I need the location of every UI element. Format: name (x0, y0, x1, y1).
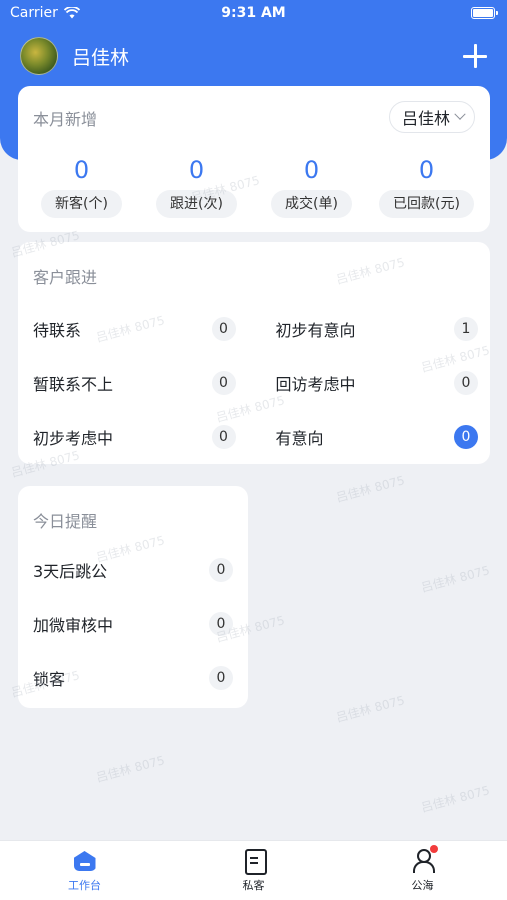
user-name: 吕佳林 (72, 46, 130, 69)
stat-label: 新客(个) (41, 190, 122, 218)
picker-value: 吕佳林 (401, 109, 450, 128)
follow-item-initial-intent[interactable]: 初步有意向 1 (275, 302, 478, 356)
reminder-item-transfer[interactable]: 3天后跳公 0 (33, 543, 233, 597)
tab-private-customers[interactable]: 私客 (169, 841, 338, 900)
watermark: 吕佳林 8075 (419, 783, 492, 815)
follow-item-revisit-considering[interactable]: 回访考虑中 0 (275, 356, 478, 410)
item-label: 3天后跳公 (33, 562, 108, 581)
chevron-down-icon (454, 108, 466, 120)
status-bar: Carrier 9:31 AM (0, 0, 507, 28)
item-label: 锁客 (33, 670, 66, 689)
stat-deals[interactable]: 0 成交(单) (262, 154, 362, 218)
stat-label: 成交(单) (271, 190, 352, 218)
document-icon (241, 847, 267, 875)
count-badge: 0 (211, 317, 236, 341)
stat-label: 跟进(次) (156, 190, 237, 218)
tab-label: 工作台 (68, 879, 101, 892)
follow-item-unreachable[interactable]: 暂联系不上 0 (33, 356, 236, 410)
count-badge: 0 (211, 425, 236, 449)
person-icon (410, 845, 438, 873)
monthly-new-card: 本月新增 吕佳林 0 新客(个) 0 跟进(次) 0 成交(单) 0 已回款(元… (18, 86, 490, 232)
stat-follow-ups[interactable]: 0 跟进(次) (147, 154, 247, 218)
home-icon (72, 847, 98, 873)
item-label: 待联系 (33, 321, 82, 340)
today-reminder-card: 今日提醒 3天后跳公 0 加微审核中 0 锁客 0 (18, 486, 248, 708)
stats-row: 0 新客(个) 0 跟进(次) 0 成交(单) 0 已回款(元) (18, 154, 490, 218)
reminder-item-wechat-review[interactable]: 加微审核中 0 (33, 597, 233, 651)
stat-value: 0 (303, 156, 320, 184)
stat-new-customers[interactable]: 0 新客(个) (32, 154, 132, 218)
clock: 9:31 AM (221, 5, 286, 21)
user-header[interactable]: 吕佳林 (20, 36, 129, 76)
card-title: 本月新增 (33, 110, 98, 129)
follow-item-to-contact[interactable]: 待联系 0 (33, 302, 236, 356)
count-badge: 1 (454, 317, 478, 341)
reminder-list: 3天后跳公 0 加微审核中 0 锁客 0 (33, 543, 233, 705)
tab-bar: 工作台 私客 公海 (0, 840, 507, 900)
count-badge: 0 (211, 371, 236, 395)
item-label: 暂联系不上 (33, 375, 114, 394)
add-button[interactable] (461, 42, 489, 70)
reminder-item-locked[interactable]: 锁客 0 (33, 651, 233, 705)
card-title: 今日提醒 (33, 512, 98, 531)
count-badge: 0 (209, 666, 233, 690)
count-badge: 0 (454, 425, 478, 449)
tab-label: 公海 (411, 879, 434, 892)
stat-value: 0 (73, 156, 90, 184)
battery-icon (471, 7, 498, 19)
item-label: 加微审核中 (33, 616, 114, 635)
item-label: 初步有意向 (275, 321, 356, 340)
follow-item-initial-considering[interactable]: 初步考虑中 0 (33, 410, 236, 464)
tab-public-pool[interactable]: 公海 (338, 841, 507, 900)
count-badge: 0 (454, 371, 478, 395)
member-picker[interactable]: 吕佳林 (388, 101, 475, 133)
item-label: 初步考虑中 (33, 429, 114, 448)
watermark: 吕佳林 8075 (419, 563, 492, 595)
avatar[interactable] (20, 37, 58, 75)
watermark: 吕佳林 8075 (334, 473, 407, 505)
notification-dot (429, 845, 438, 853)
watermark: 吕佳林 8075 (94, 753, 167, 785)
follow-item-intent[interactable]: 有意向 0 (275, 410, 478, 464)
stat-payments[interactable]: 0 已回款(元) (377, 154, 477, 218)
tab-label: 私客 (242, 879, 265, 892)
card-title: 客户跟进 (33, 268, 98, 287)
watermark: 吕佳林 8075 (334, 693, 407, 725)
tab-workbench[interactable]: 工作台 (0, 841, 169, 900)
stat-value: 0 (188, 156, 205, 184)
count-badge: 0 (209, 612, 233, 636)
stat-value: 0 (418, 156, 435, 184)
item-label: 回访考虑中 (275, 375, 356, 394)
count-badge: 0 (209, 558, 233, 582)
item-label: 有意向 (275, 429, 324, 448)
customer-follow-card: 客户跟进 待联系 0 初步有意向 1 暂联系不上 0 回访考虑中 0 初步考虑中… (18, 242, 490, 464)
stat-label: 已回款(元) (379, 190, 474, 218)
follow-grid: 待联系 0 初步有意向 1 暂联系不上 0 回访考虑中 0 初步考虑中 0 有意… (33, 302, 478, 464)
